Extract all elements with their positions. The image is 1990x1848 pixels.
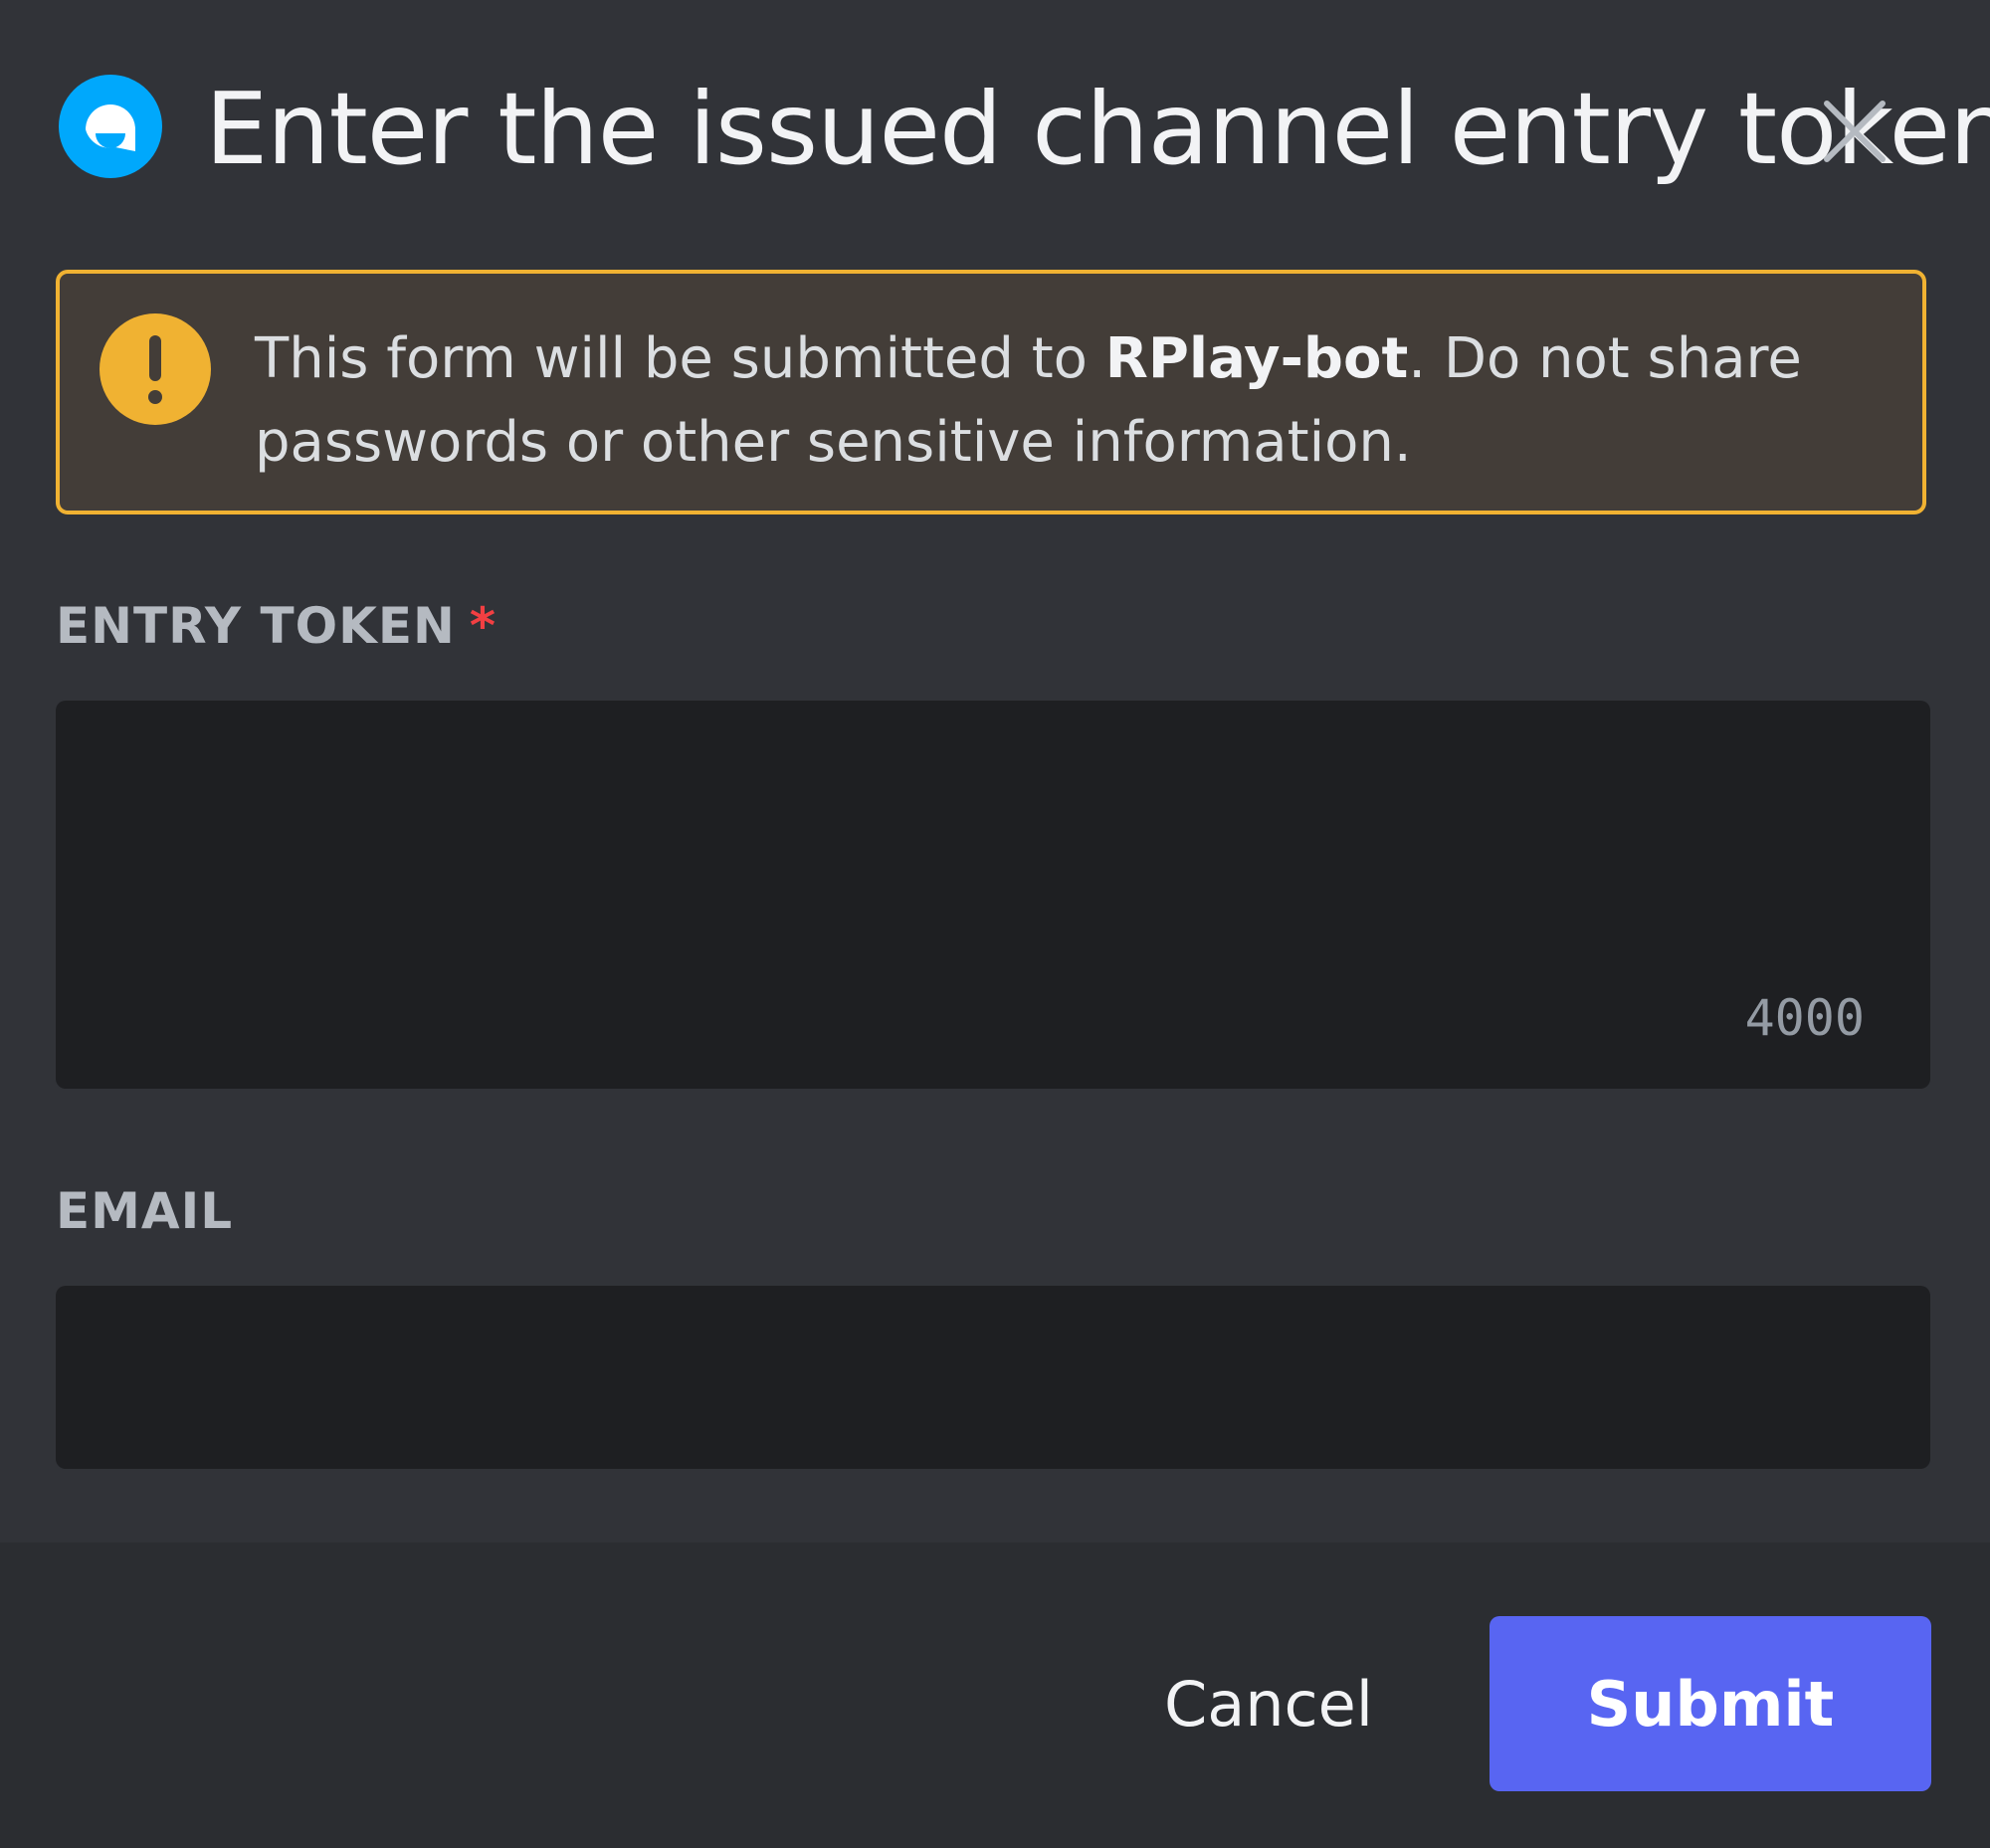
submit-button[interactable]: Submit (1490, 1616, 1931, 1791)
modal-footer: Cancel Submit (0, 1542, 1990, 1848)
modal-header: Enter the issued channel entry token (56, 70, 1990, 189)
warning-text: This form will be submitted to RPlay-bot… (255, 317, 1887, 485)
email-label-text: EMAIL (56, 1182, 234, 1240)
email-label: EMAIL (56, 1182, 233, 1240)
close-icon[interactable] (1815, 92, 1894, 171)
entry-token-label: ENTRY TOKEN * (56, 597, 497, 655)
entry-token-label-text: ENTRY TOKEN (56, 597, 456, 655)
required-mark: * (469, 597, 498, 655)
modal-dialog: Enter the issued channel entry token Thi… (0, 0, 1990, 1848)
chat-bubble-icon (59, 75, 162, 178)
modal-title: Enter the issued channel entry token (205, 71, 1990, 187)
warning-banner: This form will be submitted to RPlay-bot… (56, 270, 1926, 514)
exclamation-icon (100, 313, 211, 425)
warning-text-before: This form will be submitted to (255, 326, 1105, 391)
char-counter: 4000 (1744, 989, 1865, 1047)
entry-token-input[interactable]: 4000 (56, 701, 1930, 1089)
email-field[interactable] (56, 1286, 1930, 1469)
bot-name: RPlay-bot (1104, 326, 1409, 391)
cancel-button[interactable]: Cancel (1144, 1616, 1393, 1791)
